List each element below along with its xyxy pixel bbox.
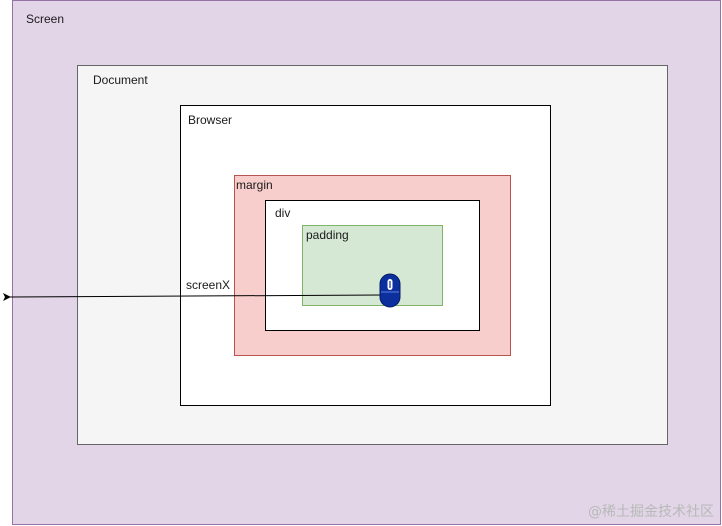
screen-x-arrow xyxy=(2,293,383,302)
diagram-overlay xyxy=(2,273,401,308)
watermark-text: @稀土掘金技术社区 xyxy=(588,504,714,520)
mouse-icon xyxy=(379,273,401,308)
